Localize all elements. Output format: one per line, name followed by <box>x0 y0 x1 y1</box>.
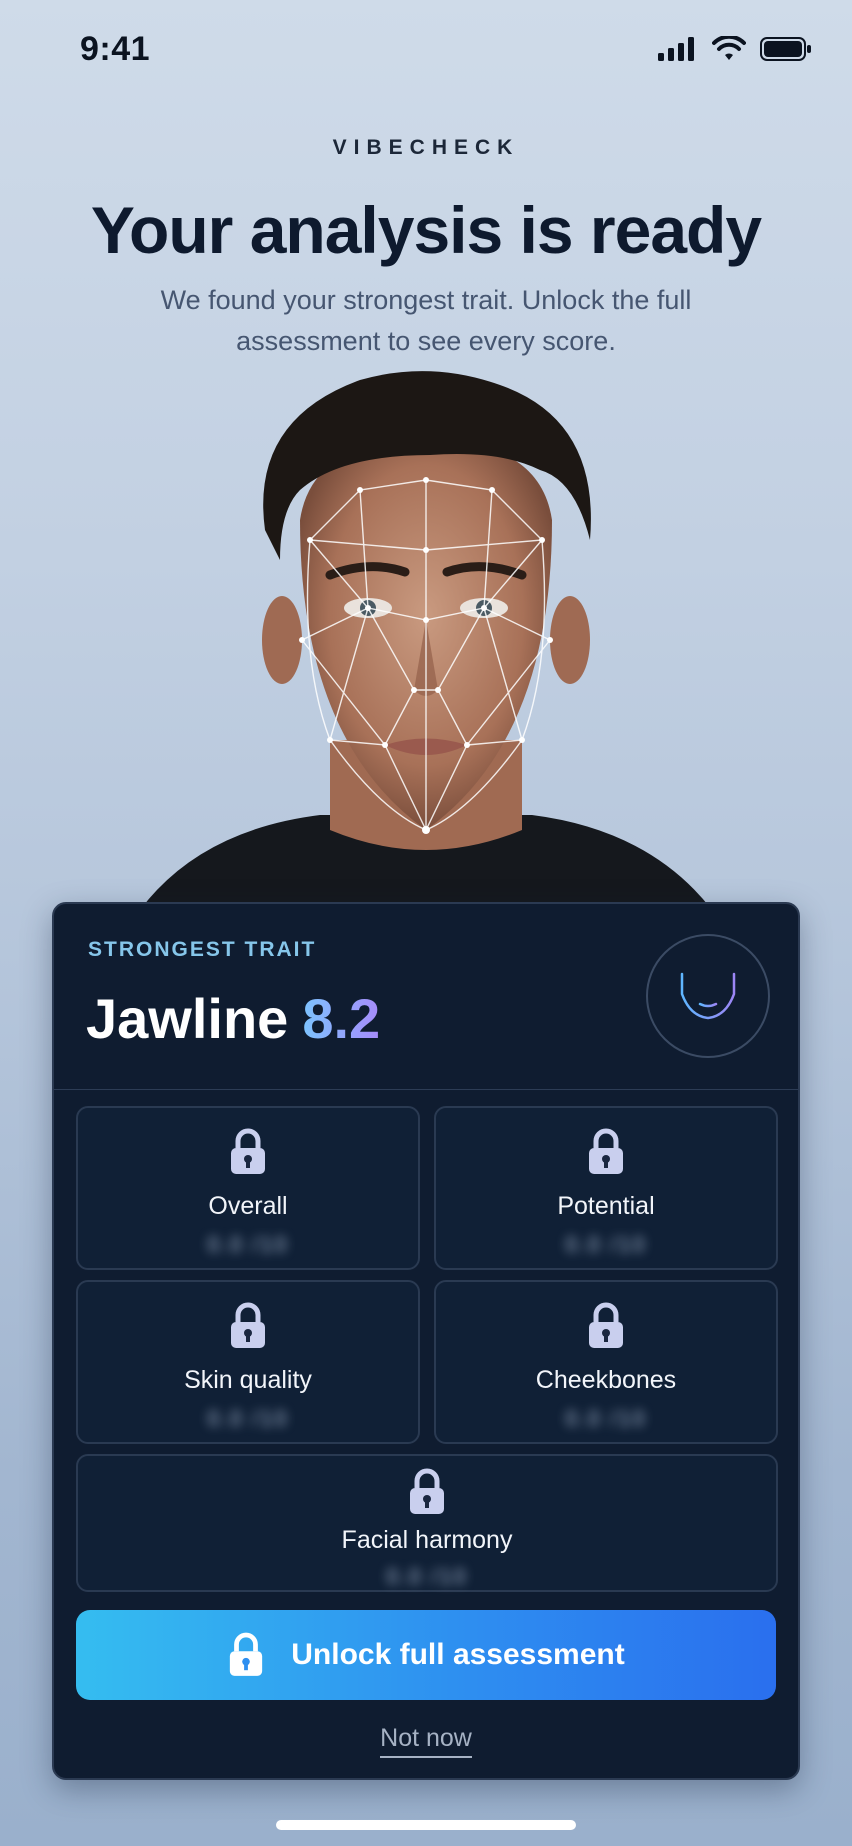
status-bar: 9:41 <box>0 0 852 100</box>
score-tile-potential[interactable]: Potential 0.0 /10 <box>434 1106 778 1270</box>
status-icons <box>658 36 812 62</box>
home-indicator[interactable] <box>276 1820 576 1830</box>
cellular-signal-icon <box>658 37 694 61</box>
tile-label: Facial harmony <box>341 1526 513 1554</box>
unlock-button-label: Unlock full assessment <box>291 1638 625 1671</box>
jawline-icon <box>646 934 770 1058</box>
page-title: Your analysis is ready <box>90 193 762 267</box>
lock-icon <box>589 1128 623 1174</box>
tile-label: Potential <box>557 1192 655 1220</box>
brand-name: VIBECHECK <box>332 136 520 159</box>
tile-label: Overall <box>208 1192 288 1220</box>
strongest-trait-title: Jawline 8.2 <box>86 986 380 1051</box>
lock-icon <box>589 1302 623 1348</box>
not-now-container: Not now <box>54 1724 798 1758</box>
not-now-link[interactable]: Not now <box>380 1724 472 1758</box>
battery-icon <box>760 37 811 61</box>
lock-icon <box>231 1302 265 1348</box>
lock-icon <box>231 1128 265 1174</box>
page-subtitle: We found your strongest trait. Unlock th… <box>160 285 692 356</box>
tile-value-locked: 0.0 /10 <box>386 1564 468 1589</box>
tile-label: Skin quality <box>184 1366 312 1394</box>
strongest-trait-name: Jawline <box>86 987 289 1050</box>
status-time: 9:41 <box>80 30 151 68</box>
wifi-icon <box>712 36 746 60</box>
tile-label: Cheekbones <box>535 1366 677 1394</box>
tile-value-locked: 0.0 /10 <box>207 1406 289 1431</box>
strongest-trait-score: 8.2 <box>302 987 381 1050</box>
tile-value-locked: 0.0 /10 <box>565 1232 647 1257</box>
lock-icon <box>410 1468 444 1514</box>
strongest-trait-kicker: STRONGEST TRAIT <box>88 938 317 961</box>
score-tile-facial-harmony[interactable]: Facial harmony 0.0 /10 <box>76 1454 778 1592</box>
unlock-full-assessment-button[interactable]: Unlock full assessment <box>76 1610 776 1700</box>
score-tile-overall[interactable]: Overall 0.0 /10 <box>76 1106 420 1270</box>
strongest-trait-panel: STRONGEST TRAIT Jawline 8.2 <box>54 904 798 1090</box>
tile-value-locked: 0.0 /10 <box>565 1406 647 1431</box>
lock-icon <box>230 1632 263 1676</box>
score-tile-skin-quality[interactable]: Skin quality 0.0 /10 <box>76 1280 420 1444</box>
tile-value-locked: 0.0 /10 <box>207 1232 289 1257</box>
face-mesh-portrait <box>140 371 712 910</box>
score-tile-cheekbones[interactable]: Cheekbones 0.0 /10 <box>434 1280 778 1444</box>
results-card: STRONGEST TRAIT Jawline 8.2 Overall 0.0 … <box>52 902 800 1780</box>
